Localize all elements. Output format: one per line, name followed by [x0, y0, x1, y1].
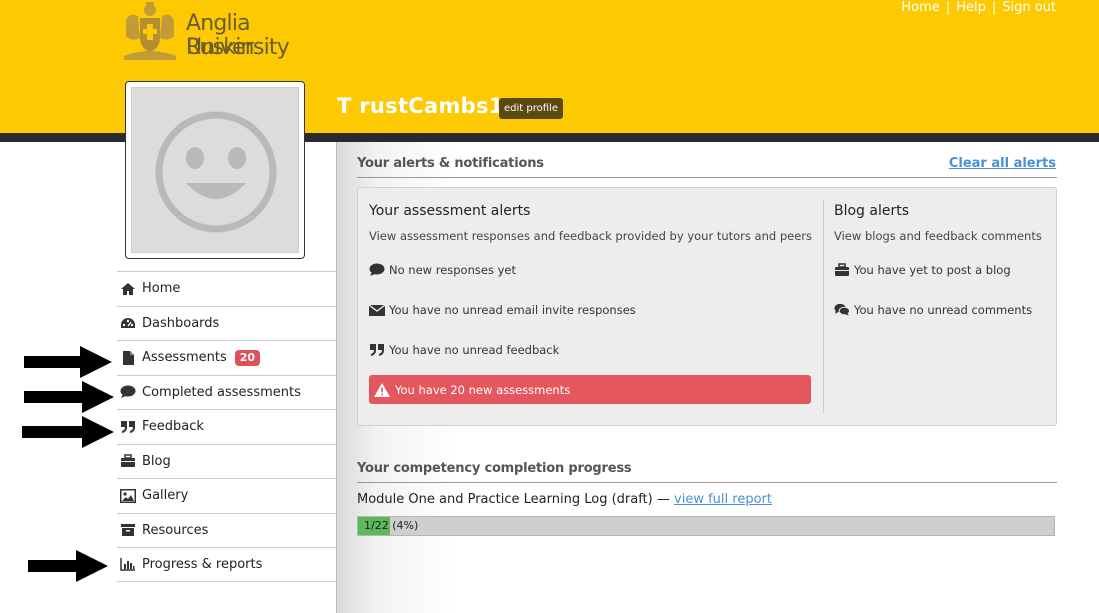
sidebar-item-label: Resources [142, 522, 209, 538]
sidebar-item-assessments[interactable]: Assessments 20 [117, 340, 336, 375]
progress-section-title: Your competency completion progress [357, 461, 632, 476]
sidebar-item-gallery[interactable]: Gallery [117, 478, 336, 513]
sidebar-item-resources[interactable]: Resources [117, 512, 336, 548]
university-logo[interactable]: Anglia Ruskin University [120, 0, 320, 66]
blog-alerts-subheading: View blogs and feedback comments [834, 229, 1042, 243]
sidebar-item-dashboards[interactable]: Dashboards [117, 305, 336, 341]
alert-item-label: You have no unread comments [854, 303, 1033, 317]
quote-icon [119, 419, 137, 435]
separator: | [991, 0, 997, 15]
view-full-report-link[interactable]: view full report [674, 492, 772, 507]
alert-item-email-invites: You have no unread email invite response… [369, 303, 636, 317]
annotation-arrow-icon [22, 416, 114, 448]
sidebar-item-label: Completed assessments [142, 384, 301, 400]
sidebar-item-label: Blog [142, 453, 171, 469]
crest-icon [124, 2, 176, 60]
briefcase-icon [834, 263, 850, 277]
alert-item-label: No new responses yet [389, 263, 516, 277]
alert-item-responses: No new responses yet [369, 263, 516, 277]
smiley-icon [155, 111, 277, 233]
column-divider [823, 200, 824, 413]
sidebar-item-label: Dashboards [142, 315, 220, 331]
avatar-image [131, 87, 299, 253]
assessment-alerts-heading: Your assessment alerts [369, 203, 531, 219]
briefcase-icon [119, 453, 137, 469]
sidebar-item-blog[interactable]: Blog [117, 443, 336, 479]
sidebar-item-label: Feedback [142, 419, 204, 435]
sidebar-item-label: Assessments [142, 350, 227, 366]
alerts-section-title: Your alerts & notifications [357, 156, 544, 171]
comment-icon [369, 263, 385, 277]
archive-icon [119, 522, 137, 538]
bar-chart-icon [119, 556, 137, 572]
alert-item-blog-posts: You have yet to post a blog [834, 263, 1011, 277]
sidebar-item-home[interactable]: Home [117, 271, 336, 306]
top-links: Home | Help | Sign out [901, 0, 1056, 16]
sidebar-item-feedback[interactable]: Feedback [117, 409, 336, 444]
alert-danger-label: You have 20 new assessments [395, 382, 571, 397]
sign-out-link[interactable]: Sign out [1002, 0, 1056, 15]
image-icon [119, 488, 137, 504]
annotation-arrow-icon [24, 381, 114, 413]
alert-item-blog-comments: You have no unread comments [834, 303, 1032, 317]
progress-fraction: 1/22 [364, 519, 389, 532]
separator: | [945, 0, 951, 15]
avatar[interactable] [125, 81, 305, 259]
sidebar-nav: Home Dashboards Assessments 20 Completed… [117, 271, 336, 582]
comments-icon [834, 303, 850, 317]
help-link[interactable]: Help [956, 0, 986, 15]
progress-percent: (4%) [392, 519, 419, 532]
dashboard-icon [119, 315, 137, 331]
quote-icon [369, 343, 385, 357]
comment-icon [119, 384, 137, 400]
logo-text-line2: University [186, 35, 290, 60]
sidebar-item-label: Home [142, 281, 181, 297]
home-link[interactable]: Home [901, 0, 939, 15]
alert-item-label: You have yet to post a blog [854, 263, 1011, 277]
alert-item-label: You have no unread email invite response… [389, 303, 636, 317]
alert-item-label: You have no unread feedback [389, 343, 560, 357]
annotation-arrow-icon [24, 346, 112, 378]
dash-separator: — [656, 492, 670, 507]
sidebar-item-label: Progress & reports [142, 556, 263, 572]
sidebar-item-progress-reports[interactable]: Progress & reports [117, 547, 336, 582]
clear-all-alerts-link[interactable]: Clear all alerts [949, 156, 1056, 171]
edit-profile-button[interactable]: edit profile [499, 98, 563, 119]
section-divider [357, 177, 1057, 178]
module-line: Module One and Practice Learning Log (dr… [357, 492, 772, 507]
content-divider [336, 142, 337, 613]
warning-icon [373, 382, 391, 398]
envelope-icon [369, 303, 385, 317]
annotation-arrow-icon [28, 550, 108, 582]
blog-alerts-heading: Blog alerts [834, 203, 910, 219]
assessments-count-badge: 20 [234, 349, 261, 366]
sidebar-item-completed-assessments[interactable]: Completed assessments [117, 374, 336, 410]
username-title: T rustCambs1 [337, 94, 504, 118]
alerts-panel: Your assessment alerts View assessment r… [357, 187, 1057, 426]
alert-item-feedback: You have no unread feedback [369, 343, 559, 357]
competency-progress-bar: 1/22 (4%) [357, 516, 1055, 536]
new-assessments-alert[interactable]: You have 20 new assessments [369, 375, 811, 404]
sidebar-item-label: Gallery [142, 488, 189, 504]
file-icon [119, 350, 137, 366]
section-divider [357, 482, 1057, 483]
module-title: Module One and Practice Learning Log (dr… [357, 492, 653, 507]
home-icon [119, 281, 137, 297]
progress-label: 1/22 (4%) [364, 519, 418, 532]
page: Anglia Ruskin University Home | Help | Sign … [0, 0, 1099, 613]
assessment-alerts-subheading: View assessment responses and feedback p… [369, 229, 813, 243]
